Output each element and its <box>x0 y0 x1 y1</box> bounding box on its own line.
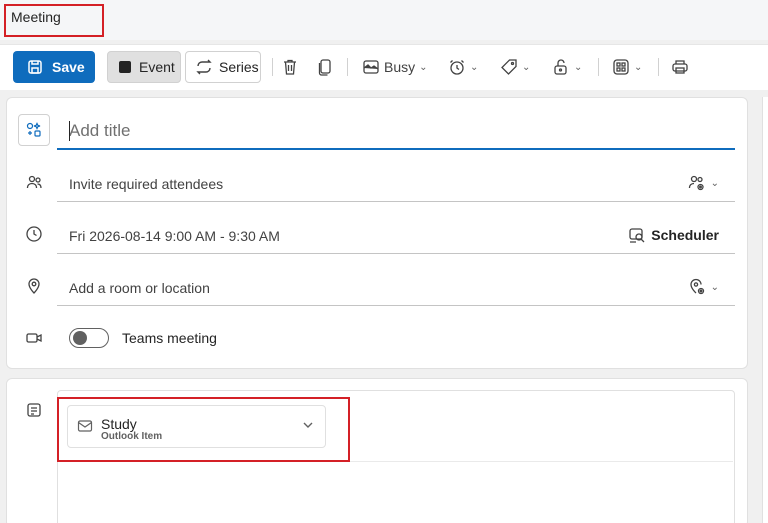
highlight-box <box>57 397 350 462</box>
right-pane-edge <box>762 97 768 523</box>
sparkle-icon <box>26 122 41 137</box>
scheduler-button[interactable]: Scheduler <box>628 226 719 244</box>
datetime-field[interactable]: Fri 2026-08-14 9:00 AM - 9:30 AM Schedul… <box>57 218 735 254</box>
scheduler-icon <box>629 228 645 243</box>
clock-icon <box>24 224 44 244</box>
delete-icon <box>284 59 296 75</box>
location-field[interactable]: Add a room or location ⌄ <box>57 270 735 306</box>
copy-button[interactable] <box>316 56 334 78</box>
chevron-down-icon: ⌄ <box>470 61 479 73</box>
delete-button[interactable] <box>281 56 299 78</box>
location-settings-icon <box>689 278 704 295</box>
video-icon <box>24 328 44 348</box>
text-cursor <box>69 121 70 141</box>
chevron-down-icon: ⌄ <box>634 61 643 73</box>
busy-dropdown[interactable]: Busy ⌄ <box>362 56 428 78</box>
attendees-placeholder: Invite required attendees <box>69 175 224 192</box>
repeat-icon <box>196 59 212 75</box>
attendees-options-button[interactable]: ⌄ <box>688 174 719 192</box>
title-bar: Meeting <box>0 0 768 40</box>
highlight-box <box>4 4 104 37</box>
datetime-value: Fri 2026-08-14 9:00 AM - 9:30 AM <box>69 227 280 244</box>
categorize-icon <box>501 59 517 75</box>
event-icon <box>119 61 131 73</box>
save-icon <box>28 60 42 74</box>
save-button[interactable]: Save <box>13 51 95 83</box>
attendees-field[interactable]: Invite required attendees ⌄ <box>57 166 735 202</box>
location-icon <box>24 276 44 296</box>
reminder-icon <box>450 60 464 75</box>
notes-icon <box>24 400 44 420</box>
series-button[interactable]: Series <box>185 51 261 83</box>
toolbar-separator <box>598 58 599 76</box>
chevron-down-icon: ⌄ <box>710 281 719 293</box>
print-icon <box>672 60 688 74</box>
privacy-dropdown[interactable]: ⌄ <box>552 56 582 78</box>
save-label: Save <box>52 59 85 75</box>
toolbar-separator <box>347 58 348 76</box>
copy-icon <box>318 59 331 76</box>
title-input[interactable] <box>57 114 735 150</box>
location-placeholder: Add a room or location <box>69 279 210 296</box>
toolbar-separator <box>658 58 659 76</box>
location-options-button[interactable]: ⌄ <box>688 278 719 296</box>
teams-meeting-label: Teams meeting <box>122 330 217 346</box>
attendees-icon <box>24 172 44 192</box>
reminder-dropdown[interactable]: ⌄ <box>448 56 478 78</box>
toolbar: Save Event Series Busy ⌄ ⌄ ⌄ ⌄ ⌄ <box>0 44 768 90</box>
chevron-down-icon: ⌄ <box>522 61 531 73</box>
chevron-down-icon: ⌄ <box>419 61 428 73</box>
event-button[interactable]: Event <box>107 51 181 83</box>
title-suggestion-button[interactable] <box>18 114 50 146</box>
apps-dropdown[interactable]: ⌄ <box>612 56 642 78</box>
people-settings-icon <box>688 175 704 191</box>
busy-icon <box>363 60 379 74</box>
toggle-knob <box>73 331 87 345</box>
scheduler-label: Scheduler <box>651 227 719 243</box>
print-button[interactable] <box>671 56 689 78</box>
chevron-down-icon: ⌄ <box>574 61 583 73</box>
unlock-icon <box>554 59 567 75</box>
teams-meeting-toggle[interactable] <box>69 328 109 348</box>
chevron-down-icon: ⌄ <box>710 177 719 189</box>
categorize-dropdown[interactable]: ⌄ <box>500 56 530 78</box>
toolbar-separator <box>272 58 273 76</box>
apps-icon <box>613 59 629 75</box>
